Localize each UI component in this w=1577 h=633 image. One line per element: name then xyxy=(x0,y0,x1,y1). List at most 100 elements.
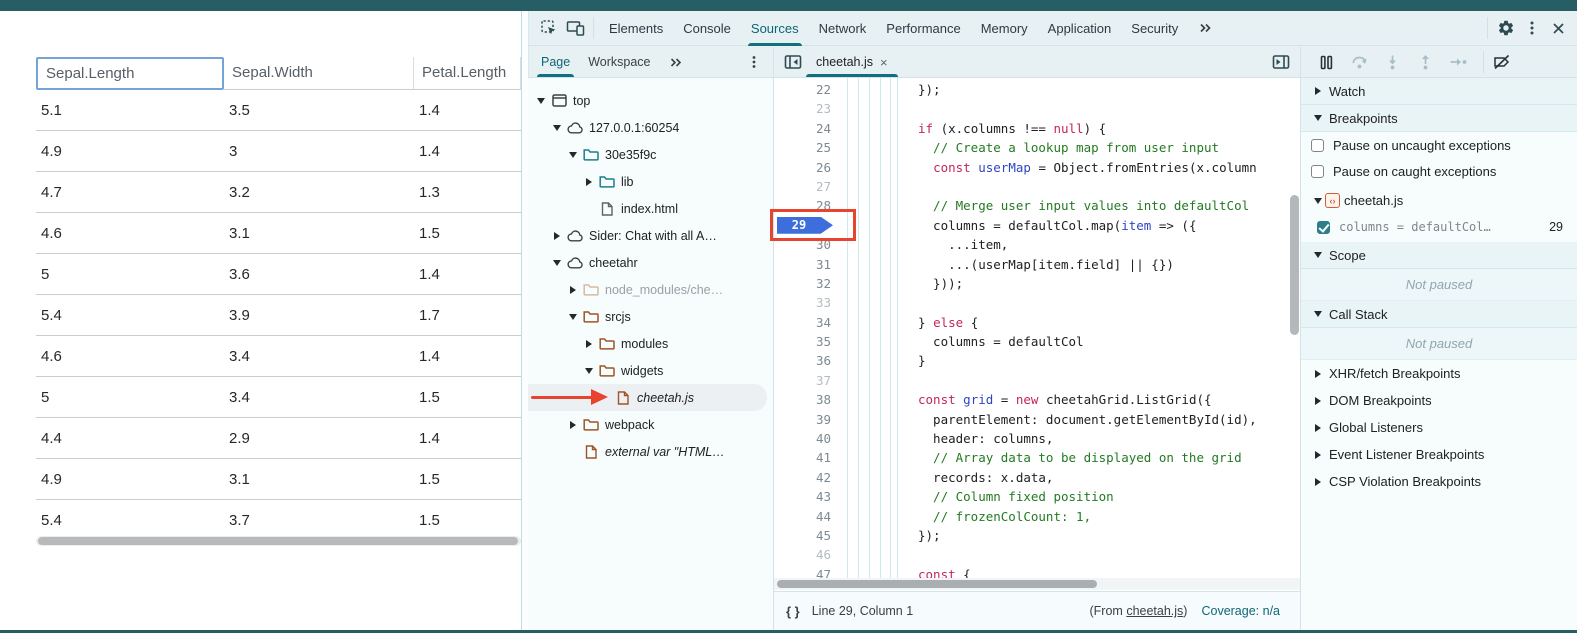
devtools-tab-console[interactable]: Console xyxy=(673,11,741,46)
line-number-35[interactable]: 35 xyxy=(774,332,844,351)
section-global-listeners[interactable]: Global Listeners xyxy=(1301,414,1577,441)
line-number-46[interactable]: 46 xyxy=(774,545,844,564)
line-number-36[interactable]: 36 xyxy=(774,351,844,370)
devtools-tab-sources[interactable]: Sources xyxy=(741,11,809,46)
line-number-42[interactable]: 42 xyxy=(774,468,844,487)
line-number-40[interactable]: 40 xyxy=(774,429,844,448)
tree-expand-arrow[interactable] xyxy=(550,260,564,266)
coverage-label[interactable]: Coverage: n/a xyxy=(1201,604,1280,618)
table-cell[interactable]: 5.4 xyxy=(36,307,224,324)
table-cell[interactable]: 3.9 xyxy=(224,307,414,324)
navigator-more-tabs-icon[interactable] xyxy=(660,47,692,77)
tab-close-icon[interactable]: × xyxy=(880,55,888,70)
line-number-22[interactable]: 22 xyxy=(774,80,844,99)
tree-expand-arrow[interactable] xyxy=(566,421,580,429)
table-cell[interactable]: 1.5 xyxy=(414,389,521,406)
tree-item-modules[interactable]: modules xyxy=(528,330,773,357)
devtools-tab-application[interactable]: Application xyxy=(1038,11,1122,46)
tree-item-widgets[interactable]: widgets xyxy=(528,357,773,384)
watch-section-header[interactable]: Watch xyxy=(1301,78,1577,105)
line-number-24[interactable]: 24 xyxy=(774,119,844,138)
tree-item-cheetahr[interactable]: cheetahr xyxy=(528,249,773,276)
navigator-tab-workspace[interactable]: Workspace xyxy=(579,47,659,77)
table-cell[interactable]: 1.7 xyxy=(414,307,521,324)
line-number-37[interactable]: 37 xyxy=(774,371,844,390)
table-cell[interactable]: 1.5 xyxy=(414,471,521,488)
table-cell[interactable]: 3.4 xyxy=(224,389,414,406)
column-header-sepal-length[interactable]: Sepal.Length xyxy=(36,57,224,90)
breakpoints-section-header[interactable]: Breakpoints xyxy=(1301,105,1577,132)
editor-tab-cheetah-js[interactable]: cheetah.js × xyxy=(806,47,898,77)
column-header-sepal-width[interactable]: Sepal.Width xyxy=(224,57,414,90)
line-number-23[interactable]: 23 xyxy=(774,99,844,118)
table-cell[interactable]: 5.1 xyxy=(36,102,224,119)
line-number-27[interactable]: 27 xyxy=(774,177,844,196)
section-event-listener-breakpoints[interactable]: Event Listener Breakpoints xyxy=(1301,441,1577,468)
section-csp-violation-breakpoints[interactable]: CSP Violation Breakpoints xyxy=(1301,468,1577,495)
pause-on-uncaught-checkbox[interactable] xyxy=(1311,139,1324,152)
line-number-45[interactable]: 45 xyxy=(774,526,844,545)
table-cell[interactable]: 3 xyxy=(224,143,414,160)
column-header-petal-length[interactable]: Petal.Length xyxy=(414,57,521,90)
step-over-icon[interactable] xyxy=(1346,49,1372,75)
line-number-44[interactable]: 44 xyxy=(774,507,844,526)
step-icon[interactable] xyxy=(1445,49,1471,75)
table-cell[interactable]: 1.4 xyxy=(414,143,521,160)
hide-navigator-icon[interactable] xyxy=(780,49,806,75)
table-cell[interactable]: 3.1 xyxy=(224,225,414,242)
tree-expand-arrow[interactable] xyxy=(566,286,580,294)
table-cell[interactable]: 4.9 xyxy=(36,471,224,488)
code-lines[interactable]: });if (x.columns !== null) { // Create a… xyxy=(844,80,1300,584)
pretty-print-icon[interactable]: { } xyxy=(786,604,800,619)
line-number-26[interactable]: 26 xyxy=(774,158,844,177)
table-cell[interactable]: 5 xyxy=(36,266,224,283)
table-cell[interactable]: 3.4 xyxy=(224,348,414,365)
pause-on-caught-row[interactable]: Pause on caught exceptions xyxy=(1301,158,1577,184)
line-number-gutter[interactable]: 2223242526272829293031323334353637383940… xyxy=(774,80,844,584)
step-out-icon[interactable] xyxy=(1412,49,1438,75)
table-cell[interactable]: 4.7 xyxy=(36,184,224,201)
pause-script-icon[interactable] xyxy=(1313,49,1339,75)
table-cell[interactable]: 3.5 xyxy=(224,102,414,119)
table-cell[interactable]: 3.2 xyxy=(224,184,414,201)
tree-expand-arrow[interactable] xyxy=(582,178,596,186)
table-cell[interactable]: 1.4 xyxy=(414,348,521,365)
table-cell[interactable]: 4.6 xyxy=(36,348,224,365)
kebab-menu-icon[interactable] xyxy=(1519,15,1545,41)
line-number-39[interactable]: 39 xyxy=(774,410,844,429)
tree-item-node-modules-che[interactable]: node_modules/che… xyxy=(528,276,773,303)
close-devtools-icon[interactable] xyxy=(1545,15,1571,41)
table-cell[interactable]: 3.1 xyxy=(224,471,414,488)
devtools-tab-security[interactable]: Security xyxy=(1121,11,1188,46)
tree-item-srcjs[interactable]: srcjs xyxy=(528,303,773,330)
tree-expand-arrow[interactable] xyxy=(550,232,564,240)
pause-on-uncaught-row[interactable]: Pause on uncaught exceptions xyxy=(1301,132,1577,158)
tree-expand-arrow[interactable] xyxy=(550,125,564,131)
table-cell[interactable]: 1.4 xyxy=(414,430,521,447)
devtools-tab-memory[interactable]: Memory xyxy=(971,11,1038,46)
tree-item-top[interactable]: top xyxy=(528,87,773,114)
grid-horizontal-scrollbar[interactable] xyxy=(36,536,521,546)
scope-section-header[interactable]: Scope xyxy=(1301,242,1577,269)
call-stack-section-header[interactable]: Call Stack xyxy=(1301,301,1577,328)
table-cell[interactable]: 3.6 xyxy=(224,266,414,283)
source-origin-link[interactable]: cheetah.js xyxy=(1126,604,1183,618)
table-cell[interactable]: 5.4 xyxy=(36,512,224,529)
line-number-41[interactable]: 41 xyxy=(774,448,844,467)
source-editor-pane[interactable]: 2223242526272829293031323334353637383940… xyxy=(774,78,1301,630)
table-cell[interactable]: 1.4 xyxy=(414,266,521,283)
pause-on-caught-checkbox[interactable] xyxy=(1311,165,1324,178)
table-cell[interactable]: 2.9 xyxy=(224,430,414,447)
devtools-tab-performance[interactable]: Performance xyxy=(876,11,970,46)
tree-item-webpack[interactable]: webpack xyxy=(528,411,773,438)
device-toolbar-icon[interactable] xyxy=(562,15,588,41)
table-cell[interactable]: 1.5 xyxy=(414,512,521,529)
breakpoint-entry-checkbox[interactable] xyxy=(1317,221,1330,234)
table-cell[interactable]: 5 xyxy=(36,389,224,406)
tree-item-external-var-html[interactable]: external var "HTML… xyxy=(528,438,773,465)
navigator-tab-page[interactable]: Page xyxy=(532,47,579,77)
line-number-38[interactable]: 38 xyxy=(774,390,844,409)
tree-item-index-html[interactable]: index.html xyxy=(528,195,773,222)
show-debugger-sidebar-icon[interactable] xyxy=(1268,49,1294,75)
tree-expand-arrow[interactable] xyxy=(582,340,596,348)
